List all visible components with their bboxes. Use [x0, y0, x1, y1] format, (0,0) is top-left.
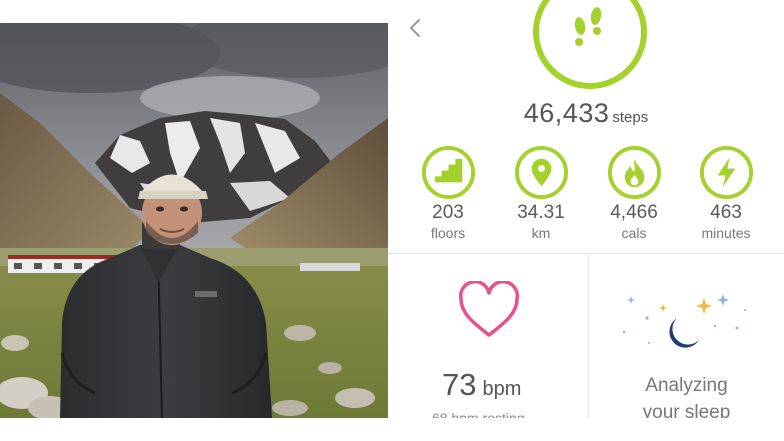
- heart-icon: [458, 281, 520, 337]
- steps-summary: 46,433 steps: [388, 98, 784, 129]
- stat-calories[interactable]: 4,466 cals: [588, 145, 680, 242]
- distance-value: 34.31: [517, 202, 565, 223]
- heart-rate-tile[interactable]: 73bpm 68 bpm resting: [388, 254, 588, 441]
- screenshot-canvas: 46,433 steps 203 floors 34.31 km 4,466 c…: [0, 0, 784, 441]
- heart-rate-value: 73: [442, 367, 477, 402]
- floors-value: 203: [432, 202, 464, 223]
- calories-unit: cals: [621, 225, 647, 241]
- steps-unit: steps: [612, 109, 649, 126]
- heart-rate-summary: 73 bpm: [442, 367, 521, 403]
- floors-unit: floors: [430, 225, 466, 241]
- back-button[interactable]: [408, 18, 422, 38]
- heart-rate-unit: bpm: [482, 378, 522, 400]
- stat-distance[interactable]: 34.31 km: [495, 145, 587, 242]
- bottom-margin: [0, 418, 784, 441]
- flame-icon: [607, 145, 661, 200]
- moon-stars-icon: [622, 294, 746, 348]
- footprints-icon: [574, 7, 602, 46]
- chevron-left-icon: [410, 19, 420, 37]
- location-pin-icon: [514, 145, 568, 200]
- steps-value: 46,433: [523, 98, 610, 128]
- minutes-value: 463: [710, 202, 742, 223]
- lightning-icon: [699, 145, 753, 200]
- calories-value: 4,466: [610, 202, 658, 223]
- distance-unit: km: [531, 225, 551, 241]
- steps-ring[interactable]: [530, 0, 650, 92]
- person-mountain-photo: [0, 23, 388, 418]
- stairs-icon: [421, 145, 475, 200]
- sleep-tile[interactable]: Analyzing your sleep: [589, 254, 784, 441]
- fitness-dashboard: 46,433 steps 203 floors 34.31 km 4,466 c…: [388, 0, 784, 441]
- minutes-unit: minutes: [701, 225, 751, 241]
- stat-floors[interactable]: 203 floors: [402, 145, 494, 242]
- sleep-status-line1: Analyzing: [645, 375, 728, 396]
- stat-active-minutes[interactable]: 463 minutes: [680, 145, 772, 242]
